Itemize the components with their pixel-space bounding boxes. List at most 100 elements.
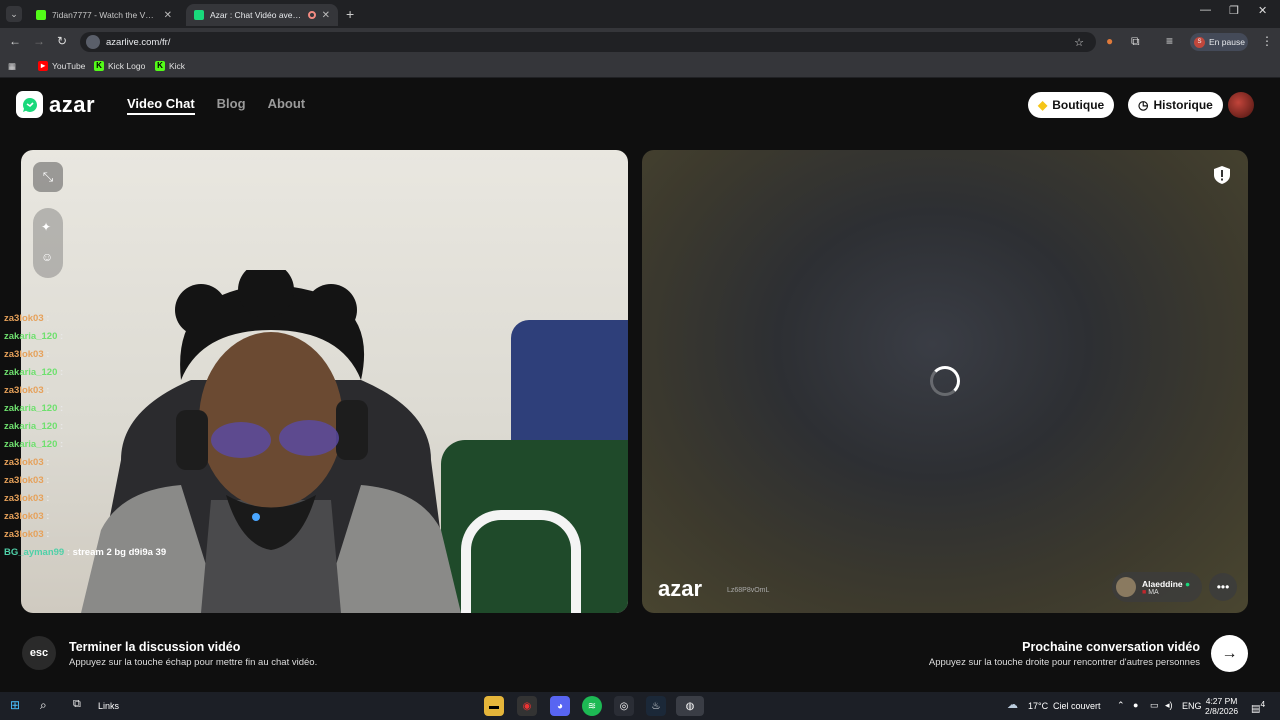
chat-user: za3lok03 — [4, 313, 44, 324]
notification-count: 4 — [1260, 699, 1266, 709]
extensions-puzzle-icon[interactable]: ⧉ — [1131, 34, 1140, 49]
chat-row: za3lok03 : — [4, 511, 50, 522]
diamond-icon: ◆ — [1038, 98, 1048, 112]
weather-temp[interactable]: 17°C — [1028, 701, 1048, 711]
discord-icon[interactable]: ◕ — [550, 696, 570, 716]
chat-message: stream 2 bg d9i9a 39 — [72, 547, 167, 558]
azar-logo[interactable]: azar — [16, 91, 95, 118]
clock[interactable]: 4:27 PM 2/8/2026 — [1205, 696, 1238, 716]
file-explorer-icon[interactable]: ▬ — [484, 696, 504, 716]
next-chat-info: Prochaine conversation vidéo Appuyez sur… — [929, 640, 1200, 668]
microphone-icon[interactable]: ● — [1133, 700, 1138, 710]
kick-icon — [36, 10, 46, 20]
restore-icon[interactable]: ❐ — [1229, 4, 1239, 17]
chat-row: BG_ayman99 : stream 2 bg d9i9a 39 — [4, 547, 167, 558]
new-tab-button[interactable]: + — [346, 6, 354, 22]
forward-icon[interactable]: → — [33, 34, 45, 48]
windows-start-icon[interactable]: ⊞ — [10, 698, 20, 712]
chat-row: zakaria_120 : — [4, 421, 64, 432]
menu-icon[interactable]: ⋮ — [1261, 34, 1273, 48]
profile-status: En pause — [1209, 37, 1245, 47]
address-bar[interactable]: azarlive.com/fr/ ☆ — [80, 32, 1096, 52]
youtube-icon: ▸ — [38, 61, 48, 71]
notification-center-icon[interactable]: ▤4 — [1251, 699, 1265, 714]
nav-video-chat[interactable]: Video Chat — [127, 96, 195, 115]
browser-tab-bar: ⌄ 7idan7777 - Watch the VOD on Kick ✕ Az… — [0, 0, 1280, 28]
url-text: azarlive.com/fr/ — [106, 36, 171, 48]
chat-user: za3lok03 — [4, 493, 44, 504]
chat-row: za3lok03 : — [4, 349, 50, 360]
tray-chevron-icon[interactable]: ⌃ — [1117, 700, 1125, 711]
apps-grid-icon[interactable]: ▦ — [8, 61, 16, 72]
profile-button[interactable]: S En pause — [1190, 33, 1248, 51]
bookmark-kick[interactable]: K Kick — [155, 61, 185, 71]
minimize-video-icon[interactable]: ⤡ — [33, 162, 63, 192]
chat-row: za3lok03 : — [4, 457, 50, 468]
steam-icon[interactable]: ♨ — [646, 696, 666, 716]
azar-logo-icon — [16, 91, 43, 118]
effects-toolbar: ✦ ☺ — [33, 208, 63, 278]
historique-button[interactable]: ◷ Historique — [1128, 92, 1223, 118]
end-chat-hint: Appuyez sur la touche échap pour mettre … — [69, 657, 318, 668]
back-icon[interactable]: ← — [9, 34, 21, 48]
weather-desc[interactable]: Ciel couvert — [1053, 701, 1101, 711]
loading-spinner-icon — [930, 366, 960, 396]
chat-user: za3lok03 — [4, 511, 44, 522]
nav-about[interactable]: About — [268, 96, 306, 115]
volume-icon[interactable]: ◂) — [1165, 700, 1173, 711]
azar-icon — [194, 10, 204, 20]
boutique-label: Boutique — [1052, 98, 1105, 112]
bookmark-star-icon[interactable]: ☆ — [1074, 36, 1084, 49]
network-icon[interactable]: ▭ — [1150, 700, 1159, 711]
bookmark-kick-logo[interactable]: K Kick Logo — [94, 61, 145, 71]
spotify-icon[interactable]: ≋ — [582, 696, 602, 716]
tab-search-button[interactable]: ⌄ — [6, 6, 22, 22]
app-icon[interactable]: ◎ — [614, 696, 634, 716]
chat-user: za3lok03 — [4, 475, 44, 486]
flag-icon: ■ — [1142, 588, 1147, 596]
close-tab-icon[interactable]: ✕ — [164, 10, 172, 21]
next-chat-hint: Appuyez sur la touche droite pour rencon… — [928, 657, 1200, 668]
user-avatar[interactable] — [1228, 92, 1254, 118]
peer-name: Alaeddine — [1142, 578, 1183, 589]
bookmarks-bar: ▦ ▸ YouTube K Kick Logo K Kick — [0, 56, 1280, 78]
chat-row: za3lok03 : — [4, 493, 50, 504]
task-view-icon[interactable]: ⧉ — [73, 698, 81, 711]
site-info-icon[interactable] — [86, 35, 100, 49]
bookmark-youtube[interactable]: ▸ YouTube — [38, 61, 85, 71]
close-window-icon[interactable]: ✕ — [1258, 4, 1267, 17]
tab-kick-vod[interactable]: 7idan7777 - Watch the VOD on Kick ✕ — [28, 4, 180, 26]
links-toolbar[interactable]: Links — [98, 701, 119, 711]
bookmark-label: Kick Logo — [108, 61, 146, 71]
chat-row: za3lok03 : — [4, 385, 50, 396]
magic-wand-icon[interactable]: ✦ — [41, 220, 51, 234]
tab-title: 7idan7777 - Watch the VOD on Kick — [52, 10, 158, 20]
chrome-icon[interactable]: ◍ — [676, 696, 704, 716]
minimize-icon[interactable]: — — [1200, 4, 1211, 16]
peer-avatar — [1116, 577, 1136, 597]
chat-user: BG_ayman99 — [4, 547, 65, 558]
reading-list-icon[interactable]: ≡ — [1166, 34, 1173, 48]
end-chat-button[interactable]: esc — [22, 636, 56, 670]
tab-azar[interactable]: Azar : Chat Vidéo avec des inconnus ✕ — [186, 4, 338, 26]
sticker-icon[interactable]: ☺ — [41, 250, 53, 264]
chat-row: za3lok03 : — [4, 475, 50, 486]
remote-watermark-logo: azar — [658, 576, 703, 601]
search-icon[interactable]: ⌕ — [40, 698, 47, 713]
clock-icon: ◷ — [1138, 98, 1149, 112]
report-shield-icon[interactable] — [1212, 166, 1232, 188]
boutique-button[interactable]: ◆ Boutique — [1028, 92, 1115, 118]
extension-icon[interactable]: ● — [1106, 34, 1113, 48]
next-chat-button[interactable]: → — [1211, 635, 1248, 672]
chat-bubble-icon[interactable]: ••• — [1209, 573, 1237, 601]
language-indicator[interactable]: ENG — [1182, 701, 1202, 711]
reload-icon[interactable]: ↻ — [57, 34, 67, 48]
chat-user: zakaria_120 — [4, 367, 58, 378]
historique-label: Historique — [1153, 98, 1213, 112]
chat-user: za3lok03 — [4, 385, 44, 396]
close-tab-icon[interactable]: ✕ — [322, 10, 330, 21]
peer-profile[interactable]: Alaeddine ● ■ MA — [1112, 572, 1202, 602]
obs-icon[interactable]: ◉ — [517, 696, 537, 716]
nav-blog[interactable]: Blog — [217, 96, 246, 115]
chat-user: zakaria_120 — [4, 439, 58, 450]
